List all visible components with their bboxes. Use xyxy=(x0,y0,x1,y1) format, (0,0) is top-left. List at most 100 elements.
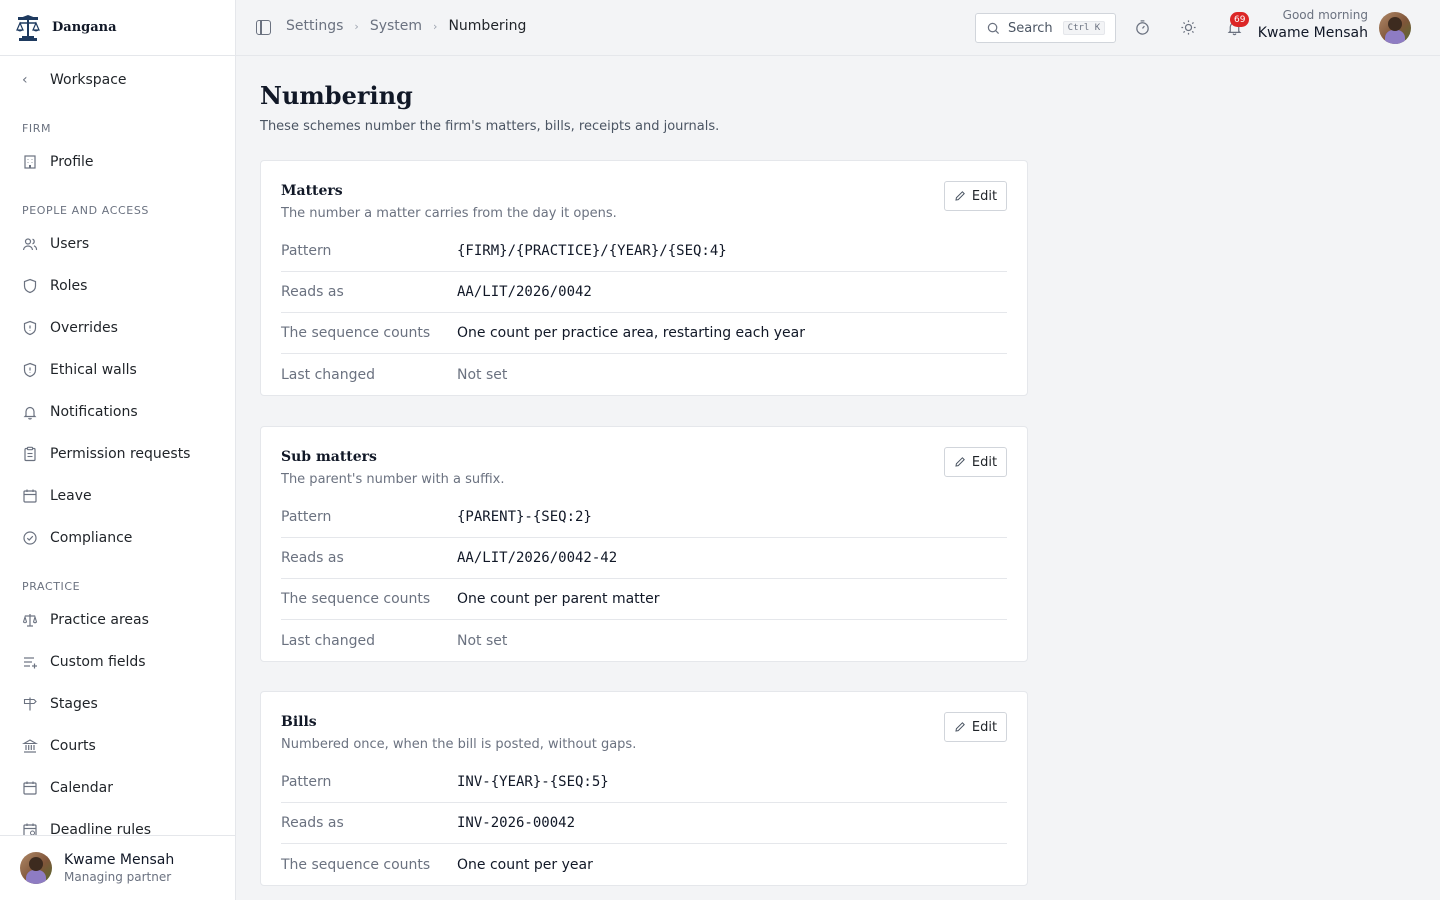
row-value: One count per practice area, restarting … xyxy=(457,325,806,341)
edit-label: Edit xyxy=(971,719,998,735)
row-label: Reads as xyxy=(281,550,344,566)
sidebar-item-permission-requests[interactable]: Permission requests xyxy=(22,443,190,465)
detail-row: Last changed Not set xyxy=(281,620,1007,661)
row-label: The sequence counts xyxy=(281,591,431,607)
user-menu-avatar[interactable] xyxy=(1379,12,1411,44)
sidebar-item-label: Notifications xyxy=(50,404,138,420)
pencil-icon xyxy=(955,722,965,732)
sidebar-item-leave[interactable]: Leave xyxy=(22,485,92,507)
edit-button[interactable]: Edit xyxy=(944,712,1007,742)
detail-row: The sequence counts One count per parent … xyxy=(281,579,1007,620)
pencil-icon xyxy=(955,457,965,467)
row-label: Last changed xyxy=(281,366,376,383)
check-circle-icon xyxy=(22,530,38,546)
timer-icon[interactable] xyxy=(1134,19,1151,36)
numbering-card-sub-matters: Sub matters The parent's number with a su… xyxy=(260,426,1028,662)
sidebar-item-label: Permission requests xyxy=(50,446,191,462)
back-to-workspace-link[interactable]: ‹ Workspace xyxy=(22,70,127,90)
row-label: The sequence counts xyxy=(281,856,431,873)
sidebar-item-custom-fields[interactable]: Custom fields xyxy=(22,651,146,673)
detail-row: The sequence counts One count per practic… xyxy=(281,313,1007,354)
sidebar-item-label: Deadline rules xyxy=(50,822,152,835)
avatar xyxy=(20,852,52,884)
chevron-left-icon: ‹ xyxy=(22,72,28,88)
sidebar-item-ethical-walls[interactable]: Ethical walls xyxy=(22,359,137,381)
sun-icon[interactable] xyxy=(1180,19,1197,36)
chevron-right-icon: › xyxy=(433,19,438,33)
pencil-icon xyxy=(955,191,965,201)
row-label: Pattern xyxy=(281,509,332,525)
card-description: Numbered once, when the bill is posted, … xyxy=(281,737,637,752)
row-label: Pattern xyxy=(281,774,332,790)
sidebar-item-compliance[interactable]: Compliance xyxy=(22,527,132,549)
numbering-card-matters: Matters The number a matter carries from … xyxy=(260,160,1028,396)
row-value: INV-2026-00042 xyxy=(457,815,576,831)
settings-nav: ‹ Workspace FIRM Profile PEOPLE AND ACCESS… xyxy=(0,56,235,835)
detail-row: Pattern {FIRM}/{PRACTICE}/{YEAR}/{SEQ:4} xyxy=(281,231,1007,272)
sidebar-item-label: Users xyxy=(50,236,90,252)
user-name: Kwame Mensah xyxy=(1257,25,1368,41)
sidebar-item-calendar[interactable]: Calendar xyxy=(22,777,113,799)
sidebar-item-courts[interactable]: Courts xyxy=(22,735,96,757)
scale-icon xyxy=(22,612,38,628)
clipboard-icon xyxy=(22,446,38,462)
sidebar-item-label: Stages xyxy=(50,696,98,712)
search-button[interactable]: Search Ctrl K xyxy=(975,13,1116,43)
breadcrumb-system[interactable]: System xyxy=(370,18,422,34)
shield-alert-icon xyxy=(22,362,38,378)
notification-count-badge: 69 xyxy=(1230,12,1250,27)
edit-button[interactable]: Edit xyxy=(944,447,1007,477)
users-icon xyxy=(22,236,38,252)
sidebar-item-label: Calendar xyxy=(50,780,113,796)
sidebar-toggle-icon[interactable] xyxy=(256,20,271,35)
brand[interactable]: Dangana xyxy=(0,0,235,56)
sidebar-item-stages[interactable]: Stages xyxy=(22,693,98,715)
edit-button[interactable]: Edit xyxy=(944,181,1007,211)
search-shortcut: Ctrl K xyxy=(1062,21,1106,35)
signpost-icon xyxy=(22,696,38,712)
sidebar-item-label: Roles xyxy=(50,278,88,294)
sidebar-item-notifications[interactable]: Notifications xyxy=(22,401,138,423)
sidebar-item-roles[interactable]: Roles xyxy=(22,275,87,297)
row-value: INV-{YEAR}-{SEQ:5} xyxy=(457,774,609,790)
card-title: Bills xyxy=(281,714,317,730)
card-rows: Pattern INV-{YEAR}-{SEQ:5} Reads as INV-202… xyxy=(281,762,1007,885)
brand-name: Dangana xyxy=(52,20,117,35)
sidebar-item-label: Overrides xyxy=(50,320,118,336)
sidebar-item-profile[interactable]: Profile xyxy=(22,151,94,173)
calendar-icon xyxy=(22,488,38,504)
bell-icon xyxy=(22,404,38,420)
row-value: Not set xyxy=(457,366,508,383)
calendar-clock-icon xyxy=(22,822,38,835)
row-value: AA/LIT/2026/0042-42 xyxy=(457,550,618,566)
sidebar-item-label: Compliance xyxy=(50,530,133,546)
sidebar-item-label: Profile xyxy=(50,154,94,170)
page-title: Numbering xyxy=(260,81,413,110)
sidebar-user-role: Managing partner xyxy=(64,870,172,884)
numbering-card-bills: Bills Numbered once, when the bill is pos… xyxy=(260,691,1028,886)
sidebar-item-practice-areas[interactable]: Practice areas xyxy=(22,609,149,631)
edit-label: Edit xyxy=(971,188,998,204)
sidebar-item-overrides[interactable]: Overrides xyxy=(22,317,118,339)
row-label: Pattern xyxy=(281,243,332,259)
sidebar: Dangana ‹ Workspace FIRM Profile PEOPLE AN… xyxy=(0,0,236,900)
sidebar-item-label: Practice areas xyxy=(50,612,149,628)
sidebar-user[interactable]: Kwame Mensah Managing partner xyxy=(0,835,235,900)
sidebar-item-users[interactable]: Users xyxy=(22,233,89,255)
sidebar-item-label: Leave xyxy=(50,488,92,504)
detail-row: The sequence counts One count per year xyxy=(281,844,1007,885)
detail-row: Pattern INV-{YEAR}-{SEQ:5} xyxy=(281,762,1007,803)
row-value: AA/LIT/2026/0042 xyxy=(457,284,592,300)
nav-section-heading: FIRM xyxy=(22,122,52,135)
sidebar-item-deadline-rules[interactable]: Deadline rules xyxy=(22,819,151,835)
row-value: One count per parent matter xyxy=(457,591,660,607)
card-title: Matters xyxy=(281,183,343,199)
calendar-icon xyxy=(22,780,38,796)
main-content: Numbering These schemes number the firm'… xyxy=(236,57,1440,900)
detail-row: Last changed Not set xyxy=(281,354,1007,395)
row-label: The sequence counts xyxy=(281,325,431,341)
row-value: {FIRM}/{PRACTICE}/{YEAR}/{SEQ:4} xyxy=(457,243,727,259)
row-label: Reads as xyxy=(281,284,344,300)
chevron-right-icon: › xyxy=(354,19,359,33)
breadcrumb-settings[interactable]: Settings xyxy=(286,18,343,34)
